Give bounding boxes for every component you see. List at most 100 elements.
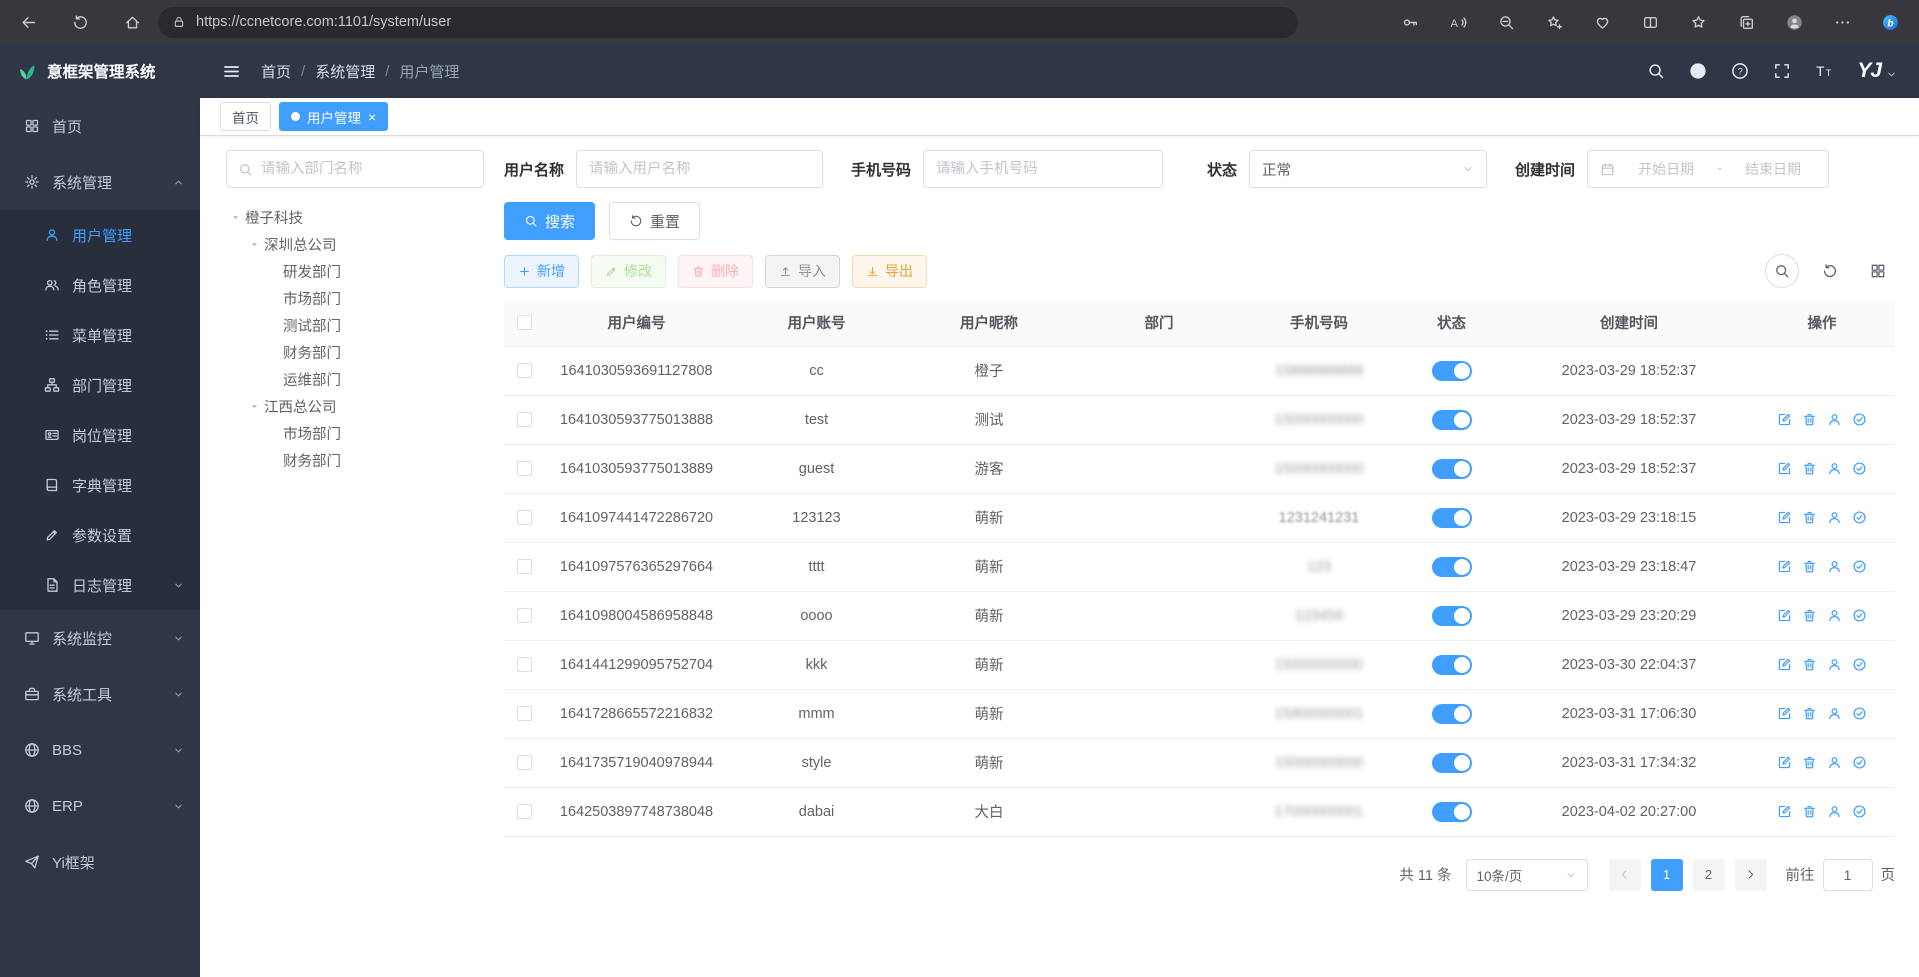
status-toggle[interactable] xyxy=(1432,459,1472,479)
row-checkbox[interactable] xyxy=(517,412,532,427)
sidebar-item-system-management[interactable]: 系统管理 xyxy=(0,154,200,210)
check-circle-icon[interactable] xyxy=(1852,412,1867,427)
row-checkbox[interactable] xyxy=(517,608,532,623)
tree-node[interactable]: 研发部门 xyxy=(226,258,484,285)
tree-node[interactable]: 江西总公司 xyxy=(226,393,484,420)
sidebar-item-dict-management[interactable]: 字典管理 xyxy=(0,460,200,510)
tree-node[interactable]: 橙子科技 xyxy=(226,204,484,231)
goto-page-input[interactable] xyxy=(1823,859,1873,891)
sidebar-item-home[interactable]: 首页 xyxy=(0,98,200,154)
prev-page-button[interactable] xyxy=(1609,859,1641,891)
status-toggle[interactable] xyxy=(1432,655,1472,675)
edit-button[interactable]: 修改 xyxy=(591,255,666,288)
row-checkbox[interactable] xyxy=(517,461,532,476)
refresh-icon[interactable] xyxy=(1813,254,1847,288)
split-screen-icon[interactable] xyxy=(1633,4,1667,40)
copilot-icon[interactable]: b xyxy=(1873,4,1907,40)
back-icon[interactable] xyxy=(10,4,46,40)
refresh-icon[interactable] xyxy=(62,4,98,40)
trash-icon[interactable] xyxy=(1802,755,1817,770)
status-toggle[interactable] xyxy=(1432,508,1472,528)
row-checkbox[interactable] xyxy=(517,657,532,672)
trash-icon[interactable] xyxy=(1802,608,1817,623)
user-icon[interactable] xyxy=(1827,412,1842,427)
reset-button[interactable]: 重置 xyxy=(609,202,700,240)
sidebar-item-post-management[interactable]: 岗位管理 xyxy=(0,410,200,460)
trash-icon[interactable] xyxy=(1802,804,1817,819)
edit-square-icon[interactable] xyxy=(1777,706,1792,721)
phone-input[interactable] xyxy=(936,161,1150,177)
favorites-bar-icon[interactable] xyxy=(1681,4,1715,40)
edit-square-icon[interactable] xyxy=(1777,804,1792,819)
sidebar-item-system-tools[interactable]: 系统工具 xyxy=(0,666,200,722)
status-toggle[interactable] xyxy=(1432,802,1472,822)
search-icon[interactable] xyxy=(1647,62,1665,80)
question-icon[interactable]: ? xyxy=(1731,62,1749,80)
collapse-sidebar-icon[interactable] xyxy=(222,62,241,81)
tab-home[interactable]: 首页 xyxy=(220,102,271,131)
status-toggle[interactable] xyxy=(1432,557,1472,577)
row-checkbox[interactable] xyxy=(517,804,532,819)
check-circle-icon[interactable] xyxy=(1852,755,1867,770)
status-toggle[interactable] xyxy=(1432,704,1472,724)
sidebar-item-menu-management[interactable]: 菜单管理 xyxy=(0,310,200,360)
home-icon[interactable] xyxy=(114,4,150,40)
tree-caret-icon[interactable] xyxy=(245,401,264,412)
search-icon[interactable] xyxy=(1765,254,1799,288)
sidebar-item-dept-management[interactable]: 部门管理 xyxy=(0,360,200,410)
sidebar-item-system-monitor[interactable]: 系统监控 xyxy=(0,610,200,666)
next-page-button[interactable] xyxy=(1735,859,1767,891)
user-icon[interactable] xyxy=(1827,755,1842,770)
user-icon[interactable] xyxy=(1827,804,1842,819)
sidebar-item-bbs[interactable]: BBS xyxy=(0,722,200,778)
row-checkbox[interactable] xyxy=(517,363,532,378)
tree-node[interactable]: 深圳总公司 xyxy=(226,231,484,258)
user-icon[interactable] xyxy=(1827,461,1842,476)
user-icon[interactable] xyxy=(1827,608,1842,623)
trash-icon[interactable] xyxy=(1802,559,1817,574)
status-toggle[interactable] xyxy=(1432,753,1472,773)
search-button[interactable]: 搜索 xyxy=(504,202,595,240)
date-range-picker[interactable]: 开始日期 - 结束日期 xyxy=(1587,150,1829,188)
select-all-checkbox[interactable] xyxy=(517,315,532,330)
add-button[interactable]: 新增 xyxy=(504,255,579,288)
user-icon[interactable] xyxy=(1827,706,1842,721)
fullscreen-icon[interactable] xyxy=(1773,62,1791,80)
zoom-out-icon[interactable] xyxy=(1489,4,1523,40)
profile-avatar-icon[interactable] xyxy=(1777,4,1811,40)
status-toggle[interactable] xyxy=(1432,410,1472,430)
row-checkbox[interactable] xyxy=(517,755,532,770)
tree-node[interactable]: 市场部门 xyxy=(226,420,484,447)
check-circle-icon[interactable] xyxy=(1852,657,1867,672)
breadcrumb-item[interactable]: 首页 xyxy=(261,61,291,82)
edit-square-icon[interactable] xyxy=(1777,608,1792,623)
row-checkbox[interactable] xyxy=(517,510,532,525)
status-toggle[interactable] xyxy=(1432,361,1472,381)
sidebar-item-param-settings[interactable]: 参数设置 xyxy=(0,510,200,560)
page-button-1[interactable]: 1 xyxy=(1651,859,1683,891)
edit-square-icon[interactable] xyxy=(1777,412,1792,427)
favorite-star-icon[interactable] xyxy=(1537,4,1571,40)
edit-square-icon[interactable] xyxy=(1777,657,1792,672)
edit-square-icon[interactable] xyxy=(1777,461,1792,476)
github-icon[interactable] xyxy=(1689,62,1707,80)
trash-icon[interactable] xyxy=(1802,706,1817,721)
sidebar-item-user-management[interactable]: 用户管理 xyxy=(0,210,200,260)
read-aloud-icon[interactable]: A xyxy=(1441,4,1475,40)
close-icon[interactable]: × xyxy=(368,109,376,125)
trash-icon[interactable] xyxy=(1802,510,1817,525)
trash-icon[interactable] xyxy=(1802,461,1817,476)
browser-essentials-icon[interactable] xyxy=(1585,4,1619,40)
font-size-icon[interactable]: TT xyxy=(1815,62,1833,80)
check-circle-icon[interactable] xyxy=(1852,608,1867,623)
user-icon[interactable] xyxy=(1827,510,1842,525)
tree-node[interactable]: 运维部门 xyxy=(226,366,484,393)
import-button[interactable]: 导入 xyxy=(765,255,840,288)
sidebar-item-role-management[interactable]: 角色管理 xyxy=(0,260,200,310)
edit-square-icon[interactable] xyxy=(1777,510,1792,525)
tree-caret-icon[interactable] xyxy=(245,239,264,250)
page-size-select[interactable]: 10条/页 xyxy=(1466,859,1588,891)
tree-node[interactable]: 市场部门 xyxy=(226,285,484,312)
tree-node[interactable]: 财务部门 xyxy=(226,447,484,474)
delete-button[interactable]: 删除 xyxy=(678,255,753,288)
